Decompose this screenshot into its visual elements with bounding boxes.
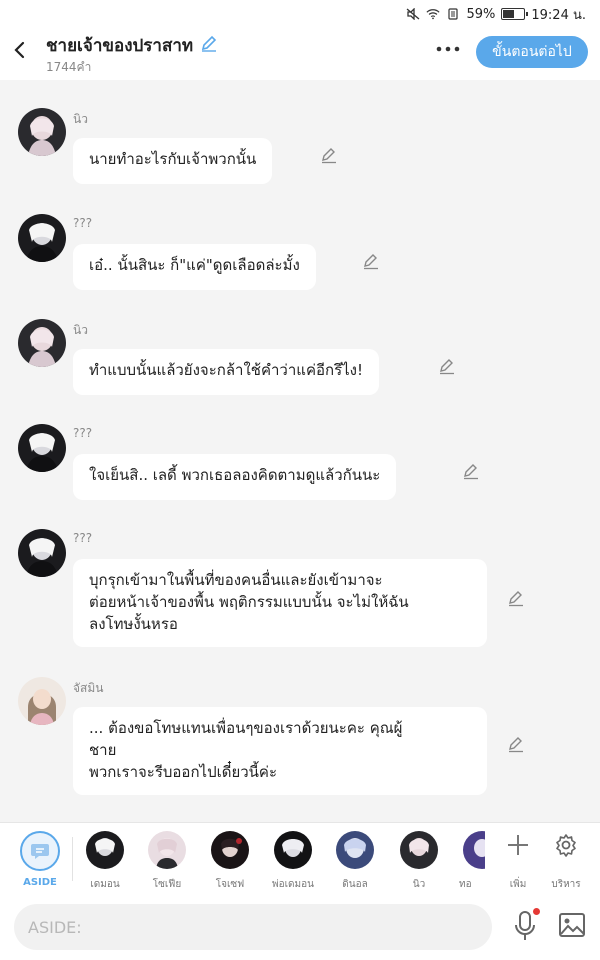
sender-name: นิว — [73, 323, 88, 337]
character-avatar — [86, 831, 124, 869]
avatar[interactable] — [18, 319, 66, 367]
gear-icon — [554, 833, 578, 857]
header: ชายเจ้าของปราสาท 1744คำ ขั้นตอนต่อไป — [0, 28, 600, 80]
character-name: โจเซฟ — [215, 879, 245, 890]
add-character-button[interactable]: เพิ่ม — [496, 831, 540, 890]
character-new[interactable]: นิว — [392, 831, 444, 890]
data-icon — [446, 8, 460, 20]
character-name: โซเฟีย — [152, 879, 182, 890]
battery-icon — [501, 8, 529, 20]
edit-message-icon[interactable] — [320, 146, 338, 164]
character-avatar — [274, 831, 312, 869]
status-time: 19:24 น. — [531, 7, 586, 23]
input-bar — [0, 892, 600, 960]
avatar[interactable] — [18, 214, 66, 262]
message-input[interactable] — [14, 904, 492, 950]
message-text: เอ๋.. นั้นสินะ ก็"แค่"ดูดเลือดล่ะมั้ง — [89, 256, 300, 274]
message-bubble[interactable]: บุกรุกเข้ามาในพื้นที่ของคนอื่นและยังเข้า… — [73, 559, 487, 647]
avatar[interactable] — [18, 529, 66, 577]
character-damon-father[interactable]: พ่อเดมอน — [266, 831, 318, 890]
status-bar: 59% 19:24 น. — [0, 0, 600, 28]
character-sophia[interactable]: โซเฟีย — [140, 831, 192, 890]
character-damon[interactable]: เดมอน — [78, 831, 130, 890]
edit-title-icon[interactable] — [200, 34, 218, 52]
message-line: พวกเราจะรีบออกไปเดี๋ยวนี้ค่ะ — [89, 763, 278, 781]
back-button[interactable] — [8, 36, 30, 64]
mute-icon — [406, 8, 420, 20]
aside-bubble-icon — [20, 831, 60, 871]
next-step-button[interactable]: ขั้นตอนต่อไป — [476, 36, 588, 68]
edit-message-icon[interactable] — [507, 589, 525, 607]
character-name: พ่อเดมอน — [272, 879, 314, 890]
message-bubble[interactable]: ใจเย็นสิ.. เลดี้ พวกเธอลองคิดตามดูแล้วกั… — [73, 454, 397, 500]
message-text: นายทำอะไรกับเจ้าพวกนั้น — [89, 150, 257, 168]
edit-message-icon[interactable] — [507, 735, 525, 753]
message-bubble[interactable]: ... ต้องขอโทษแทนเพื่อนๆของเราด้วยนะคะ คุ… — [73, 707, 487, 795]
character-avatar — [211, 831, 249, 869]
message-line: บุกรุกเข้ามาในพื้นที่ของคนอื่นและยังเข้า… — [89, 571, 383, 589]
character-partial[interactable]: ทอ — [455, 831, 485, 889]
avatar[interactable] — [18, 108, 66, 156]
battery-percent: 59% — [466, 6, 496, 22]
message-line: ... ต้องขอโทษแทนเพื่อนๆของเราด้วยนะคะ คุ… — [89, 719, 403, 737]
manage-button[interactable]: บริหาร — [544, 831, 588, 890]
microphone-button[interactable] — [512, 910, 538, 942]
sender-name: ??? — [73, 531, 93, 545]
character-name: ทอ — [459, 879, 472, 889]
aside-button[interactable]: ASIDE — [18, 831, 62, 889]
manage-label: บริหาร — [551, 879, 581, 890]
sender-name: จัสมิน — [73, 681, 104, 695]
avatar[interactable] — [18, 424, 66, 472]
more-options-button[interactable] — [434, 38, 462, 60]
message-bubble[interactable]: นายทำอะไรกับเจ้าพวกนั้น — [73, 138, 273, 184]
edit-message-icon[interactable] — [362, 252, 380, 270]
image-button[interactable] — [558, 912, 586, 938]
divider — [72, 837, 73, 881]
message-line: ต่อยหน้าเจ้าของพื้น พฤติกรรมแบบนั้น จะไม… — [89, 593, 409, 611]
edit-message-icon[interactable] — [462, 462, 480, 480]
recording-dot — [533, 908, 540, 915]
character-joseph[interactable]: โจเซฟ — [203, 831, 255, 890]
microphone-icon — [515, 911, 535, 940]
edit-message-icon[interactable] — [438, 357, 456, 375]
back-arrow-icon — [14, 41, 25, 59]
message-bubble[interactable]: ทำแบบนั้นแล้วยังจะกล้าใช้คำว่าแค่อีกรึไง… — [73, 349, 380, 395]
message-line: ชาย — [89, 741, 117, 759]
plus-icon — [506, 833, 530, 857]
character-name: เดมอน — [90, 879, 120, 890]
character-name: ดินอล — [342, 879, 368, 890]
character-name: นิว — [412, 879, 426, 890]
character-avatar — [336, 831, 374, 869]
avatar[interactable] — [18, 677, 66, 725]
character-avatar — [463, 831, 485, 869]
message-bubble[interactable]: เอ๋.. นั้นสินะ ก็"แค่"ดูดเลือดล่ะมั้ง — [73, 244, 316, 290]
aside-label: ASIDE — [23, 877, 57, 888]
image-icon — [559, 913, 585, 937]
message-text: ทำแบบนั้นแล้วยังจะกล้าใช้คำว่าแค่อีกรึไง… — [89, 361, 364, 379]
more-dots-icon — [436, 46, 460, 52]
wifi-icon — [426, 8, 441, 20]
character-dinol[interactable]: ดินอล — [328, 831, 380, 890]
message-text: ใจเย็นสิ.. เลดี้ พวกเธอลองคิดตามดูแล้วกั… — [89, 466, 381, 484]
sender-name: นิว — [73, 112, 88, 126]
character-avatar — [148, 831, 186, 869]
message-line: ลงโทษงั้นหรอ — [89, 615, 178, 633]
sender-name: ??? — [73, 216, 93, 230]
word-count: 1744คำ — [46, 60, 92, 74]
character-avatar — [400, 831, 438, 869]
sender-name: ??? — [73, 426, 93, 440]
character-bar: ASIDE เดมอน โซเฟีย โจเซฟ พ่อเดมอน ดินอล … — [0, 822, 600, 892]
add-label: เพิ่ม — [509, 879, 527, 890]
story-title: ชายเจ้าของปราสาท — [46, 36, 194, 56]
